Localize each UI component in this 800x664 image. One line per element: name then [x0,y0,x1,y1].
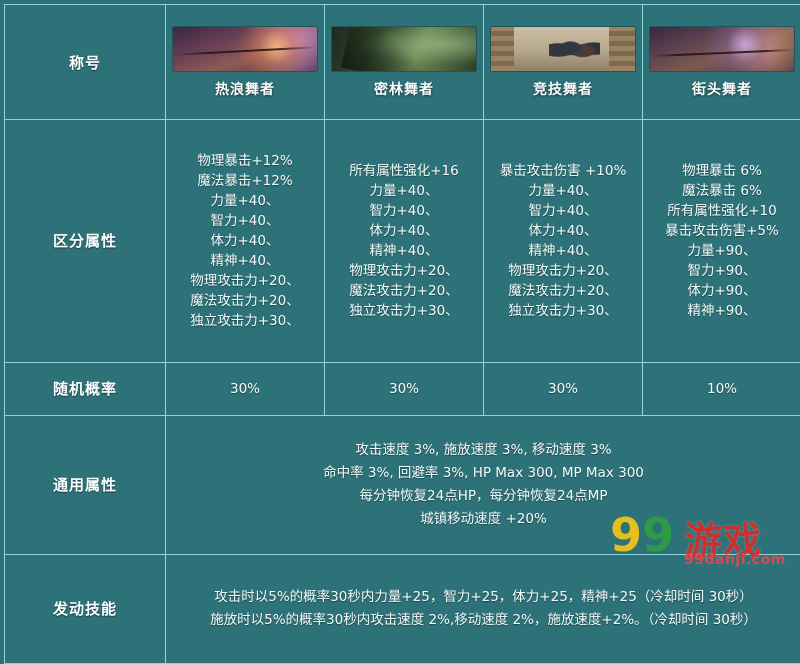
title-cell-2[interactable]: 密林舞者 [325,5,484,120]
probability-cell-2: 30% [325,363,484,416]
attributes-list-1: 物理暴击+12% 魔法暴击+12% 力量+40、 智力+40、 体力+40、 精… [170,151,320,331]
table-row-attributes: 区分属性 物理暴击+12% 魔法暴击+12% 力量+40、 智力+40、 体力+… [5,120,800,363]
attributes-list-3: 暴击攻击伤害 +10% 力量+40、 智力+40、 体力+40、 精神+40、 … [488,161,638,321]
row-label-attributes: 区分属性 [5,120,166,363]
probability-cell-3: 30% [484,363,643,416]
arena-figures-icon [549,33,601,66]
probability-cell-4: 10% [643,363,800,416]
title-attribute-table-container: 称号 热浪舞者 密林舞者 竞技舞者 街头舞者 [0,0,800,582]
common-attributes-cell: 攻击速度 3%, 施放速度 3%, 移动速度 3% 命中率 3%, 回避率 3%… [166,416,800,555]
probability-value-2: 30% [325,381,483,397]
row-label-title: 称号 [5,5,166,120]
attributes-cell-3: 暴击攻击伤害 +10% 力量+40、 智力+40、 体力+40、 精神+40、 … [484,120,643,363]
table-row-common-attributes: 通用属性 攻击速度 3%, 施放速度 3%, 移动速度 3% 命中率 3%, 回… [5,416,800,555]
probability-value-3: 30% [484,381,642,397]
title-name-2: 密林舞者 [331,79,477,99]
title-name-3: 竞技舞者 [490,79,636,99]
title-cell-1[interactable]: 热浪舞者 [166,5,325,120]
row-label-common-text: 通用属性 [5,475,165,496]
dense-forest-dancer-thumb [332,27,476,71]
attributes-cell-4: 物理暴击 6% 魔法暴击 6% 所有属性强化+10 暴击攻击伤害+5% 力量+9… [643,120,800,363]
table-row-skill: 发动技能 攻击时以5%的概率30秒内力量+25，智力+25，体力+25，精神+2… [5,555,800,664]
title-name-4: 街头舞者 [649,79,795,99]
attributes-cell-2: 所有属性强化+16 力量+40、 智力+40、 体力+40、 精神+40、 物理… [325,120,484,363]
row-label-probability: 随机概率 [5,363,166,416]
probability-value-1: 30% [166,381,324,397]
row-label-title-text: 称号 [11,53,159,74]
row-label-attributes-text: 区分属性 [9,231,161,252]
table-row-probability: 随机概率 30% 30% 30% 10% [5,363,800,416]
row-label-skill-text: 发动技能 [5,599,165,620]
heat-wave-dancer-thumb [173,27,317,71]
title-name-1: 热浪舞者 [172,79,318,99]
row-label-common: 通用属性 [5,416,166,555]
title-attribute-table: 称号 热浪舞者 密林舞者 竞技舞者 街头舞者 [4,4,800,664]
skill-effect-cell: 攻击时以5%的概率30秒内力量+25，智力+25，体力+25，精神+25（冷却时… [166,555,800,664]
arena-dancer-thumb [491,27,635,71]
title-cell-3[interactable]: 竞技舞者 [484,5,643,120]
row-label-probability-text: 随机概率 [5,379,165,400]
row-label-skill: 发动技能 [5,555,166,664]
common-attributes-text: 攻击速度 3%, 施放速度 3%, 移动速度 3% 命中率 3%, 回避率 3%… [174,439,793,531]
title-cell-4[interactable]: 街头舞者 [643,5,800,120]
street-dancer-thumb [650,27,794,71]
attributes-list-2: 所有属性强化+16 力量+40、 智力+40、 体力+40、 精神+40、 物理… [329,161,479,321]
probability-value-4: 10% [643,381,800,397]
table-row-title: 称号 热浪舞者 密林舞者 竞技舞者 街头舞者 [5,5,800,120]
probability-cell-1: 30% [166,363,325,416]
attributes-list-4: 物理暴击 6% 魔法暴击 6% 所有属性强化+10 暴击攻击伤害+5% 力量+9… [647,161,797,321]
skill-effect-text: 攻击时以5%的概率30秒内力量+25，智力+25，体力+25，精神+25（冷却时… [174,586,793,632]
attributes-cell-1: 物理暴击+12% 魔法暴击+12% 力量+40、 智力+40、 体力+40、 精… [166,120,325,363]
